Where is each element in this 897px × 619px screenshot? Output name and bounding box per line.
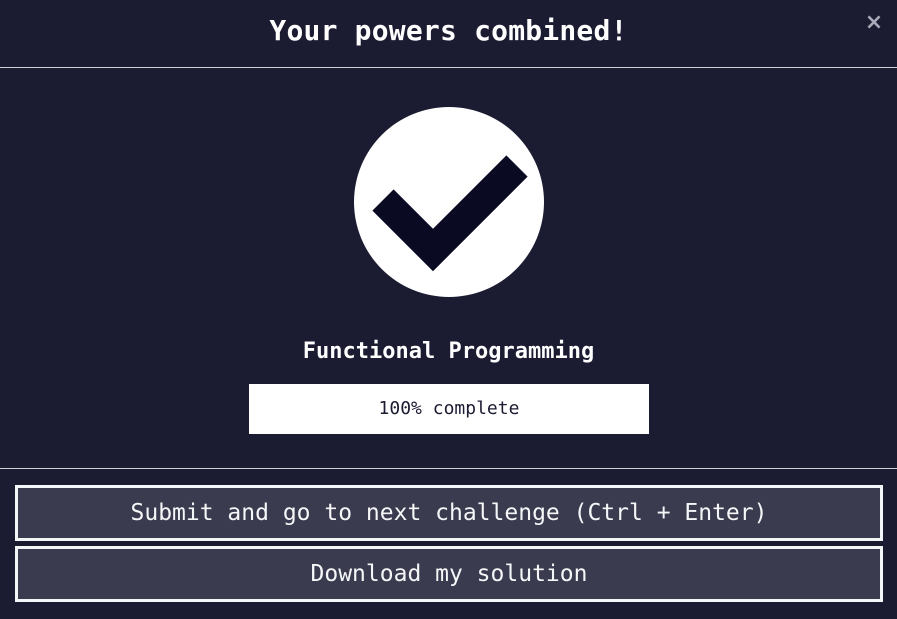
progress-bar: 100% complete xyxy=(249,384,649,434)
modal-body: Functional Programming 100% complete xyxy=(0,69,897,469)
modal-title: Your powers combined! xyxy=(269,14,628,47)
submit-next-challenge-button[interactable]: Submit and go to next challenge (Ctrl + … xyxy=(15,485,883,541)
check-circle-icon xyxy=(354,107,544,297)
modal-header: Your powers combined! × xyxy=(0,0,897,68)
download-solution-button[interactable]: Download my solution xyxy=(15,546,883,602)
certification-title: Functional Programming xyxy=(302,339,595,364)
modal-footer: Submit and go to next challenge (Ctrl + … xyxy=(0,469,897,619)
completion-modal: Your powers combined! × Functional Progr… xyxy=(0,0,897,619)
progress-label: 100% complete xyxy=(378,398,520,419)
close-icon[interactable]: × xyxy=(863,12,885,34)
